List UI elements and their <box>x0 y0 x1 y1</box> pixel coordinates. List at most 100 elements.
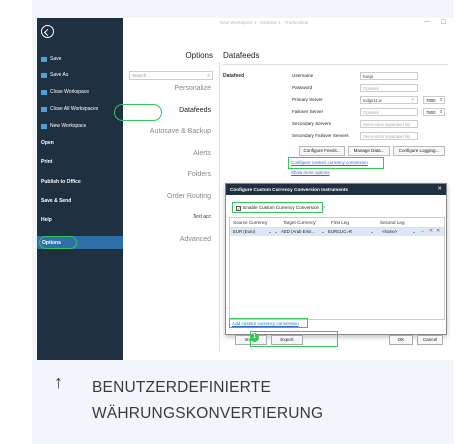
maximize-button[interactable]: ☐ <box>441 19 446 26</box>
sidebar-item-label: Save <box>50 56 62 62</box>
nav-item-autosave-backup[interactable]: Autosave & Backup <box>150 128 211 135</box>
sidebar-item-close-workspace[interactable]: Close Workspace <box>41 89 89 95</box>
nav-item-test-acc[interactable]: Test acc <box>193 214 211 220</box>
column-header: First Leg <box>331 220 349 225</box>
nav-item-datafeeds[interactable]: Datafeeds <box>179 107 211 114</box>
options-search-input[interactable]: Search... ⌕ <box>129 71 213 80</box>
nav-item-personalize[interactable]: Personalize <box>174 85 211 92</box>
save-as-icon <box>41 72 47 78</box>
datafeed-section-label: Datafeed <box>223 73 245 79</box>
password-field[interactable]: Optional <box>360 84 418 92</box>
divider <box>223 64 448 65</box>
step-number-badge: 1 <box>250 333 259 342</box>
add-link-highlight <box>229 318 308 328</box>
delete-icon[interactable]: ✕ <box>429 228 433 234</box>
dialog-title-bar: Configure Custom Currency Conversion Ins… <box>226 184 446 195</box>
caption-line-1: BENUTZERDEFINIERTE <box>92 379 271 396</box>
sidebar-item-label: Open <box>41 140 54 146</box>
conversion-table: Source Currency Target Currency First Le… <box>229 217 445 320</box>
sidebar-item-label: New Workspace <box>50 123 87 129</box>
nav-item-advanced[interactable]: Advanced <box>180 236 211 243</box>
datafeeds-highlight <box>114 104 162 121</box>
sidebar-item-label: Help <box>41 217 52 223</box>
move-icon[interactable]: ↔ <box>420 228 425 234</box>
minimize-button[interactable]: — <box>424 19 430 25</box>
options-nav: Options Search... ⌕ Personalize Datafeeds… <box>123 18 219 360</box>
screenshot-frame: Save Save As Close Workspace Close All W… <box>32 0 454 444</box>
currency-conversion-dialog: Configure Custom Currency Conversion Ins… <box>225 183 447 345</box>
username-field[interactable]: hanja <box>360 72 418 80</box>
options-header: Options <box>185 51 213 60</box>
window-title: New Workspace 1 - Desktop 1 - Tradovatea… <box>220 20 309 25</box>
sidebar-item-save[interactable]: Save <box>41 56 61 62</box>
caption-line-2: WÄHRUNGSKONVERTIERUNG <box>92 405 324 422</box>
backstage-sidebar: Save Save As Close Workspace Close All W… <box>37 18 123 360</box>
sidebar-item-print[interactable]: Print <box>41 159 52 165</box>
dropdown-icon[interactable]: ⌄ <box>268 229 272 235</box>
search-icon: ⌕ <box>207 73 210 79</box>
first-leg-cell[interactable]: EURCUC=R <box>328 229 352 234</box>
manage-data-button[interactable]: Manage Data... <box>348 146 390 156</box>
nav-item-folders[interactable]: Folders <box>188 171 211 178</box>
failover-server-field[interactable]: Optional <box>360 108 418 116</box>
primary-server-select[interactable]: mdgs11.w <box>360 96 418 104</box>
new-workspace-icon <box>41 123 47 129</box>
secondary-servers-field[interactable]: Semi-colon separated list <box>360 120 418 128</box>
source-currency-cell[interactable]: EUR (Euro) <box>233 229 255 234</box>
close-icon[interactable]: ✕ <box>437 186 442 192</box>
dropdown-icon[interactable]: ⌄ <box>412 229 416 235</box>
enable-conversion-checkbox[interactable]: ✓ Enable Custom Currency Conversion ? <box>232 202 325 213</box>
secondary-failover-label: Secondary Failover Servers <box>292 133 349 138</box>
ok-button[interactable]: OK <box>389 335 413 345</box>
configure-feeds-button[interactable]: Configure Feeds... <box>299 146 345 156</box>
secondary-failover-field[interactable]: Semi-colon separated list <box>360 132 418 140</box>
nav-item-order-routing[interactable]: Order Routing <box>167 193 211 200</box>
column-divider <box>219 62 220 352</box>
application-window: Save Save As Close Workspace Close All W… <box>37 18 454 360</box>
column-header: Target Currency <box>283 220 316 225</box>
nav-item-alerts[interactable]: Alerts <box>193 150 211 157</box>
close-workspace-icon <box>41 89 47 95</box>
sidebar-item-label: Save As <box>50 72 69 78</box>
options-highlight <box>39 236 77 249</box>
search-placeholder: Search... <box>132 73 151 78</box>
checkbox-icon[interactable]: ✓ <box>236 206 241 211</box>
primary-port-stepper[interactable]: 7800 <box>423 96 445 104</box>
sidebar-item-label: Save & Send <box>41 198 72 204</box>
dropdown-icon[interactable]: ⌄ <box>370 229 374 235</box>
secondary-servers-label: Secondary Servers <box>292 121 332 126</box>
dialog-title: Configure Custom Currency Conversion Ins… <box>230 187 348 192</box>
sidebar-item-label: Print <box>41 159 53 165</box>
save-icon <box>41 56 47 62</box>
sidebar-item-label: Publish to Office <box>41 179 81 185</box>
failover-server-label: Failover Server <box>292 109 324 114</box>
second-leg-cell[interactable]: <None> <box>382 229 397 234</box>
dropdown-icon[interactable]: ⌄ <box>274 229 278 235</box>
page-title: Datafeeds <box>223 51 260 60</box>
column-header: Second Leg <box>380 220 405 225</box>
cancel-button[interactable]: Cancel <box>417 335 443 345</box>
sidebar-item-save-send[interactable]: Save & Send <box>41 198 71 204</box>
sidebar-item-help[interactable]: Help <box>41 217 52 223</box>
username-label: Username <box>292 73 314 78</box>
password-label: Password <box>292 85 313 90</box>
enable-label: Enable Custom Currency Conversion <box>243 205 320 210</box>
target-currency-cell[interactable]: AED (Arab Emir... <box>281 229 315 234</box>
help-icon[interactable]: ? <box>322 205 325 210</box>
sidebar-item-save-as[interactable]: Save As <box>41 72 68 78</box>
remove-icon[interactable]: ✕ <box>436 228 440 234</box>
sidebar-item-new-workspace[interactable]: New Workspace <box>41 123 86 129</box>
back-arrow-icon[interactable] <box>41 25 54 38</box>
sidebar-item-label: Close Workspace <box>50 89 90 95</box>
sidebar-item-close-all-workspaces[interactable]: Close All Workspaces <box>41 106 98 112</box>
up-arrow-icon: ↑ <box>54 372 63 392</box>
primary-server-label: Primary Server <box>292 97 323 102</box>
dropdown-icon[interactable]: ⌄ <box>321 229 325 235</box>
close-all-icon <box>41 106 47 112</box>
sidebar-item-open[interactable]: Open <box>41 140 54 146</box>
configure-logging-button[interactable]: Configure Logging... <box>393 146 445 156</box>
show-more-options-link[interactable]: Show more options <box>291 170 330 175</box>
caption-text: BENUTZERDEFINIERTE WÄHRUNGSKONVERTIERUNG <box>92 375 323 427</box>
sidebar-item-publish-to-office[interactable]: Publish to Office <box>41 179 81 185</box>
failover-port-stepper[interactable]: 7800 <box>423 108 445 116</box>
